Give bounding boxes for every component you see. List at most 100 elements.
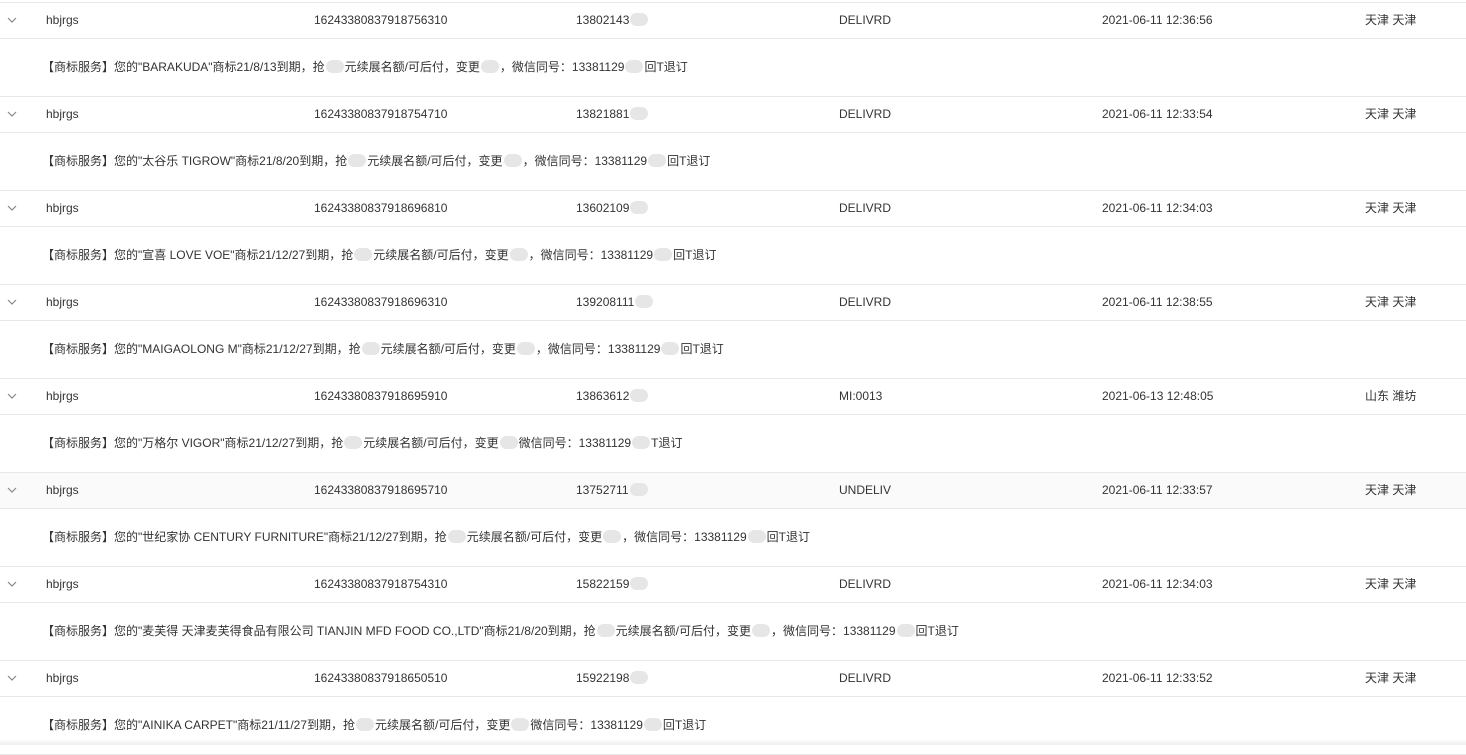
account-cell: hbjrgs bbox=[46, 661, 79, 695]
region-cell: 天津 天津 bbox=[1365, 3, 1416, 37]
redaction-blur bbox=[362, 342, 380, 355]
status-cell: DELIVRD bbox=[839, 661, 891, 695]
redaction-blur bbox=[344, 436, 362, 449]
phone-number: 13802143 bbox=[576, 13, 629, 27]
expanded-row-detail: 【商标服务】您的"AINIKA CARPET"商标21/11/27到期，抢元续展… bbox=[0, 697, 1466, 755]
redaction-blur bbox=[630, 483, 648, 496]
phone-cell: 139208111 bbox=[576, 285, 654, 319]
phone-number: 13821881 bbox=[576, 107, 629, 121]
table-row[interactable]: hbjrgs1624338083791869571013752711UNDELI… bbox=[0, 473, 1466, 509]
table-row[interactable]: hbjrgs1624338083791875431015822159DELIVR… bbox=[0, 567, 1466, 603]
sms-content: 【商标服务】您的"麦芙得 天津麦芙得食品有限公司 TIANJIN MFD FOO… bbox=[42, 603, 959, 660]
chevron-down-icon[interactable] bbox=[6, 672, 18, 684]
sms-text-segment: 回T退订 bbox=[680, 342, 723, 356]
account-cell: hbjrgs bbox=[46, 3, 79, 37]
message-id-cell: 16243380837918696810 bbox=[314, 191, 447, 225]
chevron-down-icon[interactable] bbox=[6, 390, 18, 402]
status-cell: MI:0013 bbox=[839, 379, 882, 413]
sms-text-segment: 回T退订 bbox=[663, 718, 706, 732]
redaction-blur bbox=[661, 342, 679, 355]
chevron-down-icon[interactable] bbox=[6, 296, 18, 308]
redaction-blur bbox=[630, 13, 648, 26]
redaction-blur bbox=[603, 530, 621, 543]
sms-text-segment: 回T退订 bbox=[667, 154, 710, 168]
redaction-blur bbox=[897, 624, 915, 637]
status-cell: DELIVRD bbox=[839, 191, 891, 225]
redaction-blur bbox=[356, 718, 374, 731]
redaction-blur bbox=[348, 154, 366, 167]
send-time-cell: 2021-06-11 12:33:57 bbox=[1102, 473, 1213, 507]
sms-text-segment: 元续展名额/可后付，变更 bbox=[381, 342, 516, 356]
redaction-blur bbox=[625, 60, 643, 73]
table-row[interactable]: hbjrgs 16243380837918696810 13602109 DELIVR… bbox=[0, 191, 1466, 227]
redaction-blur bbox=[630, 671, 648, 684]
redaction-blur bbox=[354, 248, 372, 261]
sms-text-segment: 【商标服务】您的"BARAKUDA"商标21/8/13到期，抢 bbox=[42, 60, 325, 74]
sms-text-segment: 【商标服务】您的"太谷乐 TIGROW"商标21/8/20到期，抢 bbox=[42, 154, 347, 168]
sms-text-segment: ，微信同号：13381129 bbox=[529, 248, 654, 262]
table-row[interactable]: hbjrgs1624338083791875471013821881DELIVR… bbox=[0, 97, 1466, 133]
message-id-cell: 16243380837918650510 bbox=[314, 661, 447, 695]
redaction-blur bbox=[597, 624, 615, 637]
chevron-down-icon[interactable] bbox=[6, 202, 18, 214]
account-cell: hbjrgs bbox=[46, 191, 79, 225]
region-cell: 山东 潍坊 bbox=[1365, 379, 1416, 413]
sms-text-segment: 【商标服务】您的"宣喜 LOVE VOE"商标21/12/27到期，抢 bbox=[42, 248, 353, 262]
redaction-blur bbox=[630, 389, 648, 402]
message-id-cell: 16243380837918754710 bbox=[314, 97, 447, 131]
sms-content: 【商标服务】您的"MAIGAOLONG M"商标21/12/27到期，抢 元续展名… bbox=[42, 321, 724, 378]
expanded-row-detail: 【商标服务】您的"MAIGAOLONG M"商标21/12/27到期，抢 元续展名… bbox=[0, 321, 1466, 379]
redaction-blur bbox=[630, 201, 648, 214]
status-cell: DELIVRD bbox=[839, 3, 891, 37]
status-cell: DELIVRD bbox=[839, 285, 891, 319]
expanded-row-detail: 【商标服务】您的"世纪家协 CENTURY FURNITURE"商标21/12/… bbox=[0, 509, 1466, 567]
status-cell: DELIVRD bbox=[839, 97, 891, 131]
chevron-down-icon[interactable] bbox=[6, 484, 18, 496]
redaction-blur bbox=[481, 60, 499, 73]
phone-number: 13752711 bbox=[576, 483, 629, 497]
table-row[interactable]: hbjrgs16243380837918696310139208111DELIV… bbox=[0, 285, 1466, 321]
phone-cell: 13602109 bbox=[576, 191, 649, 225]
sms-text-segment: ，微信同号：13381129 bbox=[622, 530, 747, 544]
sms-text-segment: 【商标服务】您的"MAIGAOLONG M"商标21/12/27到期，抢 bbox=[42, 342, 361, 356]
sms-content: 【商标服务】您的"太谷乐 TIGROW"商标21/8/20到期，抢元续展名额/可… bbox=[42, 133, 710, 190]
message-id-cell: 16243380837918756310 bbox=[314, 3, 447, 37]
account-cell: hbjrgs bbox=[46, 473, 79, 507]
send-time-cell: 2021-06-11 12:34:03 bbox=[1102, 567, 1213, 601]
redaction-blur bbox=[648, 154, 666, 167]
sms-content: 【商标服务】您的"AINIKA CARPET"商标21/11/27到期，抢元续展… bbox=[42, 697, 706, 754]
table-row[interactable]: hbjrgs 16243380837918756310 13802143 DELIVR… bbox=[0, 3, 1466, 39]
send-time-cell: 2021-06-11 12:36:56 bbox=[1102, 3, 1213, 37]
phone-number: 13602109 bbox=[576, 201, 629, 215]
sms-text-segment: 回T退订 bbox=[673, 248, 716, 262]
phone-cell: 15822159 bbox=[576, 567, 649, 601]
redaction-blur bbox=[500, 436, 518, 449]
sms-text-segment: 【商标服务】您的"麦芙得 天津麦芙得食品有限公司 TIANJIN MFD FOO… bbox=[42, 624, 596, 638]
sms-text-segment: ，微信同号：13381129 bbox=[523, 154, 648, 168]
phone-number: 15922198 bbox=[576, 671, 629, 685]
phone-number: 15822159 bbox=[576, 577, 629, 591]
message-id-cell: 16243380837918695910 bbox=[314, 379, 447, 413]
region-cell: 天津 天津 bbox=[1365, 567, 1416, 601]
region-cell: 天津 天津 bbox=[1365, 661, 1416, 695]
redaction-blur bbox=[748, 530, 766, 543]
sms-text-segment: 元续展名额/可后付，变更 bbox=[373, 248, 508, 262]
phone-cell: 15922198 bbox=[576, 661, 649, 695]
sms-content: 【商标服务】您的"世纪家协 CENTURY FURNITURE"商标21/12/… bbox=[42, 509, 810, 566]
account-cell: hbjrgs bbox=[46, 567, 79, 601]
phone-cell: 13802143 bbox=[576, 3, 649, 37]
status-cell: UNDELIV bbox=[839, 473, 891, 507]
sms-content: 【商标服务】您的"万格尔 VIGOR"商标21/12/27到期，抢元续展名额/可… bbox=[42, 415, 682, 472]
chevron-down-icon[interactable] bbox=[6, 14, 18, 26]
chevron-down-icon[interactable] bbox=[6, 578, 18, 590]
send-time-cell: 2021-06-11 12:38:55 bbox=[1102, 285, 1213, 319]
expanded-row-detail: 【商标服务】您的"宣喜 LOVE VOE"商标21/12/27到期，抢 元续展名额… bbox=[0, 227, 1466, 285]
sms-content: 【商标服务】您的"宣喜 LOVE VOE"商标21/12/27到期，抢 元续展名额… bbox=[42, 227, 716, 284]
table-row[interactable]: hbjrgs1624338083791869591013863612MI:001… bbox=[0, 379, 1466, 415]
table-row[interactable]: hbjrgs 16243380837918650510 15922198 DELIVR… bbox=[0, 661, 1466, 697]
chevron-down-icon[interactable] bbox=[6, 108, 18, 120]
redaction-blur bbox=[632, 436, 650, 449]
expanded-row-detail: 【商标服务】您的"麦芙得 天津麦芙得食品有限公司 TIANJIN MFD FOO… bbox=[0, 603, 1466, 661]
redaction-blur bbox=[635, 295, 653, 308]
phone-cell: 13752711 bbox=[576, 473, 649, 507]
